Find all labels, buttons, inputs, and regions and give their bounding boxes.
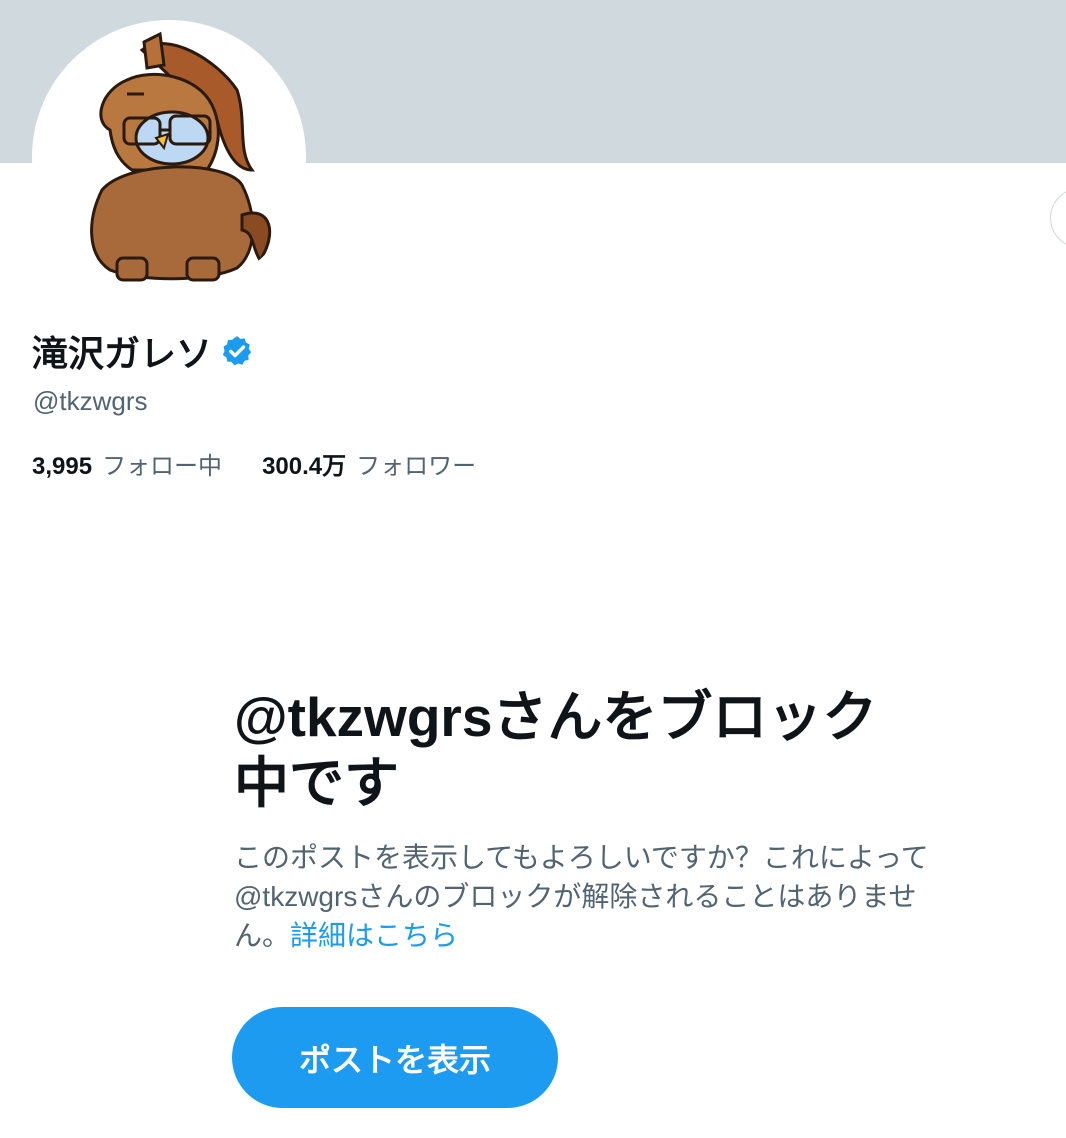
followers-label: フォロワー	[356, 453, 477, 480]
view-post-button[interactable]: ポストを表示	[232, 1007, 558, 1108]
avatar[interactable]	[32, 20, 306, 294]
display-name: 滝沢ガレソ	[32, 333, 213, 374]
following-label: フォロー中	[102, 453, 223, 480]
horse-mascot-avatar-icon	[90, 31, 272, 282]
verified-badge-icon[interactable]	[220, 334, 254, 368]
learn-more-link[interactable]: 詳細はこちら	[290, 920, 458, 951]
user-handle: @tkzwgrs	[33, 386, 148, 416]
blocked-notice-title: @tkzwgrsさんをブロック中です	[234, 686, 878, 814]
more-options-button[interactable]	[1050, 188, 1066, 248]
profile-stats: 3,995 フォロー中 300.4万 フォロワー	[32, 448, 516, 486]
followers-count: 300.4万	[262, 453, 347, 480]
following-count: 3,995	[32, 453, 93, 480]
display-name-row: 滝沢ガレソ	[32, 326, 254, 376]
profile-page: 滝沢ガレソ @tkzwgrs 3,995 フォロー中 300.4万 フォロワー …	[0, 0, 1066, 1138]
blocked-notice-description: このポストを表示してもよろしいですか？これによって@tkzwgrsさんのブロック…	[234, 838, 944, 955]
followers-stat[interactable]: 300.4万 フォロワー	[262, 448, 476, 486]
following-stat[interactable]: 3,995 フォロー中	[32, 448, 222, 486]
